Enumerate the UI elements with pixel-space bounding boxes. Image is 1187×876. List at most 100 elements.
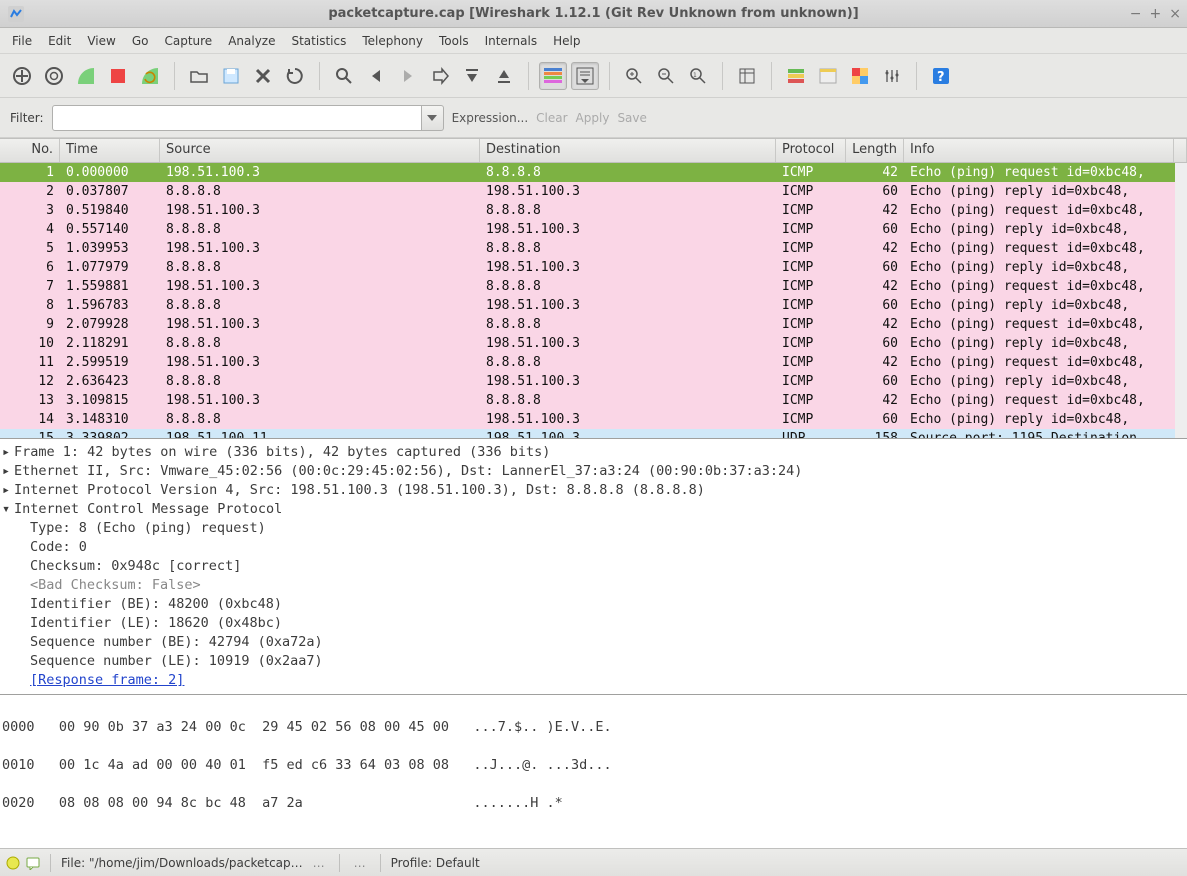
packet-row[interactable]: 102.1182918.8.8.8198.51.100.3ICMP60Echo … [0, 334, 1175, 353]
expand-collapse-icon[interactable]: ▸ [2, 443, 14, 462]
packet-row[interactable]: 20.0378078.8.8.8198.51.100.3ICMP60Echo (… [0, 182, 1175, 201]
menu-internals[interactable]: Internals [477, 30, 546, 52]
expand-collapse-icon[interactable]: ▸ [2, 462, 14, 481]
packet-row[interactable]: 10.000000198.51.100.38.8.8.8ICMP42Echo (… [0, 163, 1175, 182]
help-icon[interactable]: ? [927, 62, 955, 90]
hex-line[interactable]: 0020 08 08 08 00 94 8c bc 48 a7 2a .....… [2, 794, 1185, 813]
menu-file[interactable]: File [4, 30, 40, 52]
detail-icmp-id-le[interactable]: Identifier (LE): 18620 (0x48bc) [2, 614, 1185, 633]
packet-row[interactable]: 51.039953198.51.100.38.8.8.8ICMP42Echo (… [0, 239, 1175, 258]
detail-icmp-code[interactable]: Code: 0 [2, 538, 1185, 557]
packet-list-body[interactable]: 10.000000198.51.100.38.8.8.8ICMP42Echo (… [0, 163, 1175, 438]
interfaces-icon[interactable] [8, 62, 36, 90]
go-first-packet-icon[interactable] [458, 62, 486, 90]
col-no[interactable]: No. [0, 139, 60, 162]
window-close-button[interactable]: × [1169, 6, 1181, 22]
menu-statistics[interactable]: Statistics [283, 30, 354, 52]
col-info[interactable]: Info [904, 139, 1174, 162]
packet-list-scrollbar[interactable] [1175, 163, 1187, 438]
go-last-packet-icon[interactable] [490, 62, 518, 90]
filter-label: Filter: [10, 111, 44, 125]
detail-icmp-checksum[interactable]: Checksum: 0x948c [correct] [2, 557, 1185, 576]
start-capture-icon[interactable] [72, 62, 100, 90]
display-filters-icon[interactable] [814, 62, 842, 90]
status-more-1[interactable]: … [309, 856, 329, 870]
go-back-icon[interactable] [362, 62, 390, 90]
menu-tools[interactable]: Tools [431, 30, 477, 52]
packet-row[interactable]: 81.5967838.8.8.8198.51.100.3ICMP60Echo (… [0, 296, 1175, 315]
detail-ipv4[interactable]: Internet Protocol Version 4, Src: 198.51… [14, 482, 705, 498]
detail-response-frame-link[interactable]: [Response frame: 2] [30, 672, 184, 688]
packet-row[interactable]: 92.079928198.51.100.38.8.8.8ICMP42Echo (… [0, 315, 1175, 334]
save-file-icon[interactable] [217, 62, 245, 90]
zoom-100-icon[interactable]: 1 [684, 62, 712, 90]
stop-capture-icon[interactable] [104, 62, 132, 90]
hex-line[interactable]: 0010 00 1c 4a ad 00 00 40 01 f5 ed c6 33… [2, 756, 1185, 775]
open-file-icon[interactable] [185, 62, 213, 90]
detail-icmp-seq-be[interactable]: Sequence number (BE): 42794 (0xa72a) [2, 633, 1185, 652]
packet-row[interactable]: 143.1483108.8.8.8198.51.100.3ICMP60Echo … [0, 410, 1175, 429]
packet-row[interactable]: 112.599519198.51.100.38.8.8.8ICMP42Echo … [0, 353, 1175, 372]
restart-capture-icon[interactable] [136, 62, 164, 90]
close-file-icon[interactable] [249, 62, 277, 90]
detail-icmp-bad-checksum[interactable]: <Bad Checksum: False> [2, 576, 1185, 595]
col-length[interactable]: Length [846, 139, 904, 162]
filter-apply-button[interactable]: Apply [576, 111, 610, 125]
window-maximize-button[interactable]: + [1150, 6, 1162, 22]
menu-go[interactable]: Go [124, 30, 157, 52]
expert-info-icon[interactable] [6, 856, 20, 870]
status-profile[interactable]: Profile: Default [391, 856, 480, 870]
packet-row[interactable]: 122.6364238.8.8.8198.51.100.3ICMP60Echo … [0, 372, 1175, 391]
go-to-packet-icon[interactable] [426, 62, 454, 90]
filter-expression-button[interactable]: Expression... [452, 111, 529, 125]
zoom-in-icon[interactable] [620, 62, 648, 90]
reload-icon[interactable] [281, 62, 309, 90]
packet-row[interactable]: 71.559881198.51.100.38.8.8.8ICMP42Echo (… [0, 277, 1175, 296]
zoom-out-icon[interactable] [652, 62, 680, 90]
menu-analyze[interactable]: Analyze [220, 30, 283, 52]
capture-filters-icon[interactable] [782, 62, 810, 90]
menu-edit[interactable]: Edit [40, 30, 79, 52]
detail-icmp[interactable]: Internet Control Message Protocol [14, 501, 282, 517]
comment-icon[interactable] [26, 856, 40, 870]
menu-telephony[interactable]: Telephony [354, 30, 431, 52]
find-packet-icon[interactable] [330, 62, 358, 90]
filter-dropdown-button[interactable] [422, 105, 444, 131]
filter-save-button[interactable]: Save [617, 111, 646, 125]
detail-icmp-type[interactable]: Type: 8 (Echo (ping) request) [2, 519, 1185, 538]
auto-scroll-icon[interactable] [571, 62, 599, 90]
packet-bytes-pane[interactable]: 0000 00 90 0b 37 a3 24 00 0c 29 45 02 56… [0, 694, 1187, 848]
menu-view[interactable]: View [79, 30, 123, 52]
window-minimize-button[interactable]: − [1130, 6, 1142, 22]
packet-row[interactable]: 61.0779798.8.8.8198.51.100.3ICMP60Echo (… [0, 258, 1175, 277]
resize-columns-icon[interactable] [733, 62, 761, 90]
window-title: packetcapture.cap [Wireshark 1.12.1 (Git… [328, 6, 858, 21]
packet-row[interactable]: 40.5571408.8.8.8198.51.100.3ICMP60Echo (… [0, 220, 1175, 239]
expand-collapse-icon[interactable]: ▸ [2, 481, 14, 500]
packet-row[interactable]: 153.339802198.51.100.11198.51.100.3UDP15… [0, 429, 1175, 438]
hex-line[interactable]: 0000 00 90 0b 37 a3 24 00 0c 29 45 02 56… [2, 718, 1185, 737]
packet-row[interactable]: 30.519840198.51.100.38.8.8.8ICMP42Echo (… [0, 201, 1175, 220]
colorize-packet-list-icon[interactable] [539, 62, 567, 90]
svg-text:?: ? [937, 70, 945, 85]
col-time[interactable]: Time [60, 139, 160, 162]
detail-ethernet[interactable]: Ethernet II, Src: Vmware_45:02:56 (00:0c… [14, 463, 802, 479]
detail-frame[interactable]: Frame 1: 42 bytes on wire (336 bits), 42… [14, 444, 550, 460]
go-forward-icon[interactable] [394, 62, 422, 90]
packet-row[interactable]: 133.109815198.51.100.38.8.8.8ICMP42Echo … [0, 391, 1175, 410]
capture-options-icon[interactable] [40, 62, 68, 90]
packet-details-pane[interactable]: ▸Frame 1: 42 bytes on wire (336 bits), 4… [0, 438, 1187, 694]
coloring-rules-icon[interactable] [846, 62, 874, 90]
status-more-2[interactable]: … [350, 856, 370, 870]
detail-icmp-seq-le[interactable]: Sequence number (LE): 10919 (0x2aa7) [2, 652, 1185, 671]
col-destination[interactable]: Destination [480, 139, 776, 162]
menu-capture[interactable]: Capture [156, 30, 220, 52]
menu-help[interactable]: Help [545, 30, 588, 52]
col-protocol[interactable]: Protocol [776, 139, 846, 162]
filter-input[interactable] [52, 105, 422, 131]
preferences-icon[interactable] [878, 62, 906, 90]
col-source[interactable]: Source [160, 139, 480, 162]
expand-collapse-icon[interactable]: ▾ [2, 500, 14, 519]
detail-icmp-id-be[interactable]: Identifier (BE): 48200 (0xbc48) [2, 595, 1185, 614]
filter-clear-button[interactable]: Clear [536, 111, 567, 125]
